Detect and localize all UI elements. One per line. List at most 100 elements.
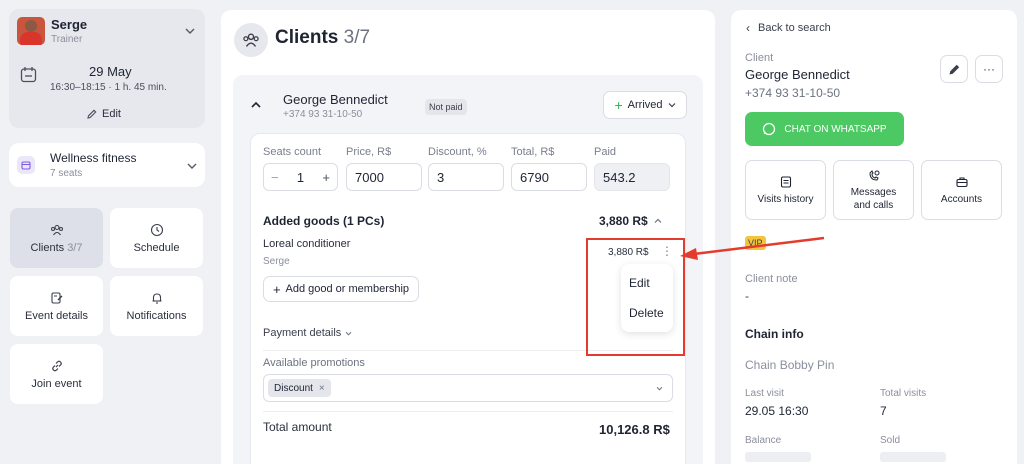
nav-notifications-label: Notifications (126, 309, 187, 322)
page-title-count: 3/7 (343, 27, 371, 48)
service-selector[interactable]: Wellness fitness 7 seats (9, 143, 205, 187)
event-time: 16:30–18:15 · 1 h. 45 min. (50, 82, 167, 93)
client-note-value: - (745, 289, 749, 303)
discount-input[interactable]: 3 (428, 163, 504, 191)
add-good-button[interactable]: + Add good or membership (263, 276, 419, 302)
discount-label: Discount, % (428, 146, 487, 158)
calendar-icon (20, 67, 37, 83)
total-amount-label: Total amount (263, 420, 332, 434)
nav-schedule-label: Schedule (133, 241, 180, 254)
client-note-label: Client note (745, 273, 798, 285)
whatsapp-chat-label: CHAT ON WHATSAPP (784, 123, 887, 135)
nav-event-details-label: Event details (25, 309, 88, 322)
chevron-down-icon[interactable] (187, 162, 197, 170)
service-icon (17, 156, 35, 174)
client-phone: +374 93 31-10-50 (283, 109, 363, 120)
messages-label-line1: Messages (850, 186, 897, 198)
link-icon (51, 360, 62, 371)
more-horizontal-icon: ··· (983, 62, 995, 76)
nav-tile-join-event[interactable]: Join event (10, 344, 103, 404)
pencil-icon (949, 64, 959, 74)
total-input[interactable]: 6790 (511, 163, 587, 191)
pencil-icon (87, 109, 97, 119)
chevron-down-icon[interactable] (185, 27, 195, 35)
add-good-label: Add good or membership (285, 283, 410, 295)
payment-status-badge: Not paid (425, 99, 467, 115)
visits-history-button[interactable]: Visits history (745, 160, 826, 220)
nav-clients-count: 3/7 (67, 241, 83, 254)
last-visit-label: Last visit (745, 388, 784, 399)
list-icon (780, 175, 791, 188)
chevron-down-icon[interactable] (656, 386, 663, 391)
messages-calls-button[interactable]: Messages and calls (833, 160, 914, 220)
trainer-avatar[interactable] (17, 17, 45, 45)
chevron-down-icon (345, 331, 352, 335)
edit-event-button[interactable]: Edit (87, 108, 121, 120)
balance-label: Balance (745, 435, 782, 446)
promotions-select[interactable]: Discount × (263, 374, 673, 402)
event-summary-card: Serge Trainer 29 May 16:30–18:15 · 1 h. … (9, 9, 205, 128)
chevron-down-icon (668, 103, 675, 108)
nav-tile-event-details[interactable]: Event details (10, 276, 103, 336)
client-section-label: Client (745, 52, 774, 64)
seats-count-stepper[interactable]: − 1 + (263, 163, 338, 191)
nav-tile-notifications[interactable]: Notifications (110, 276, 203, 336)
whatsapp-icon (763, 122, 776, 136)
goods-item-seller: Serge (263, 256, 290, 267)
service-name: Wellness fitness (50, 151, 137, 165)
added-goods-total-value: 3,880 R$ (599, 214, 648, 228)
messages-label-line2: and calls (853, 199, 894, 211)
chain-name: Chain Bobby Pin (745, 358, 835, 372)
profile-client-name: George Bennedict (745, 67, 850, 82)
chevron-left-icon: ‹ (746, 21, 750, 35)
arrived-status-label: Arrived (627, 99, 663, 111)
profile-client-phone: +374 93 31-10-50 (745, 86, 841, 100)
seats-count-value: 1 (296, 169, 305, 185)
seats-count-label: Seats count (263, 146, 322, 158)
service-seats: 7 seats (50, 168, 83, 179)
paid-value: 543.2 (594, 163, 670, 191)
edit-client-button[interactable] (940, 55, 968, 83)
back-to-search-link[interactable]: ‹ Back to search (746, 21, 831, 35)
page-title-label: Clients (275, 27, 339, 48)
nav-clients-label: Clients (30, 241, 65, 254)
plus-icon[interactable]: + (322, 170, 330, 185)
visits-history-label: Visits history (757, 193, 814, 205)
group-icon (243, 33, 259, 47)
edit-note-icon (50, 291, 62, 304)
payment-details-label: Payment details (263, 327, 342, 339)
promotions-label: Available promotions (263, 357, 365, 369)
chevron-up-icon (654, 218, 662, 223)
plus-icon: + (272, 281, 281, 297)
promotion-tag[interactable]: Discount × (268, 379, 331, 397)
accounts-label: Accounts (940, 193, 983, 205)
added-goods-total[interactable]: 3,880 R$ (599, 214, 662, 228)
close-icon[interactable]: × (319, 383, 325, 394)
paid-label: Paid (594, 146, 617, 158)
nav-tile-clients[interactable]: Clients 3/7 (10, 208, 103, 268)
nav-join-event-label: Join event (31, 377, 82, 390)
balance-value-placeholder (745, 452, 811, 462)
clock-icon (150, 223, 163, 236)
more-options-button[interactable]: ··· (975, 55, 1003, 83)
total-visits-value: 7 (880, 404, 887, 418)
edit-event-label: Edit (102, 108, 121, 120)
minus-icon[interactable]: − (271, 170, 279, 185)
nav-tile-schedule[interactable]: Schedule (110, 208, 203, 268)
total-label: Total, R$ (511, 146, 555, 158)
chevron-up-icon[interactable] (251, 101, 261, 109)
price-input[interactable]: 7000 (346, 163, 422, 191)
total-visits-label: Total visits (880, 388, 927, 399)
total-amount-value: 10,126.8 R$ (599, 422, 670, 437)
payment-details-toggle[interactable]: Payment details (263, 327, 352, 339)
last-visit-value: 29.05 16:30 (745, 404, 809, 418)
price-label: Price, R$ (346, 146, 392, 158)
whatsapp-chat-button[interactable]: CHAT ON WHATSAPP (745, 112, 904, 146)
arrived-status-button[interactable]: + Arrived (603, 91, 687, 119)
accounts-button[interactable]: Accounts (921, 160, 1002, 220)
client-name: George Bennedict (283, 92, 388, 107)
briefcase-icon (955, 176, 968, 187)
bell-icon (152, 292, 161, 304)
event-date: 29 May (89, 64, 132, 79)
sold-label: Sold (880, 435, 901, 446)
